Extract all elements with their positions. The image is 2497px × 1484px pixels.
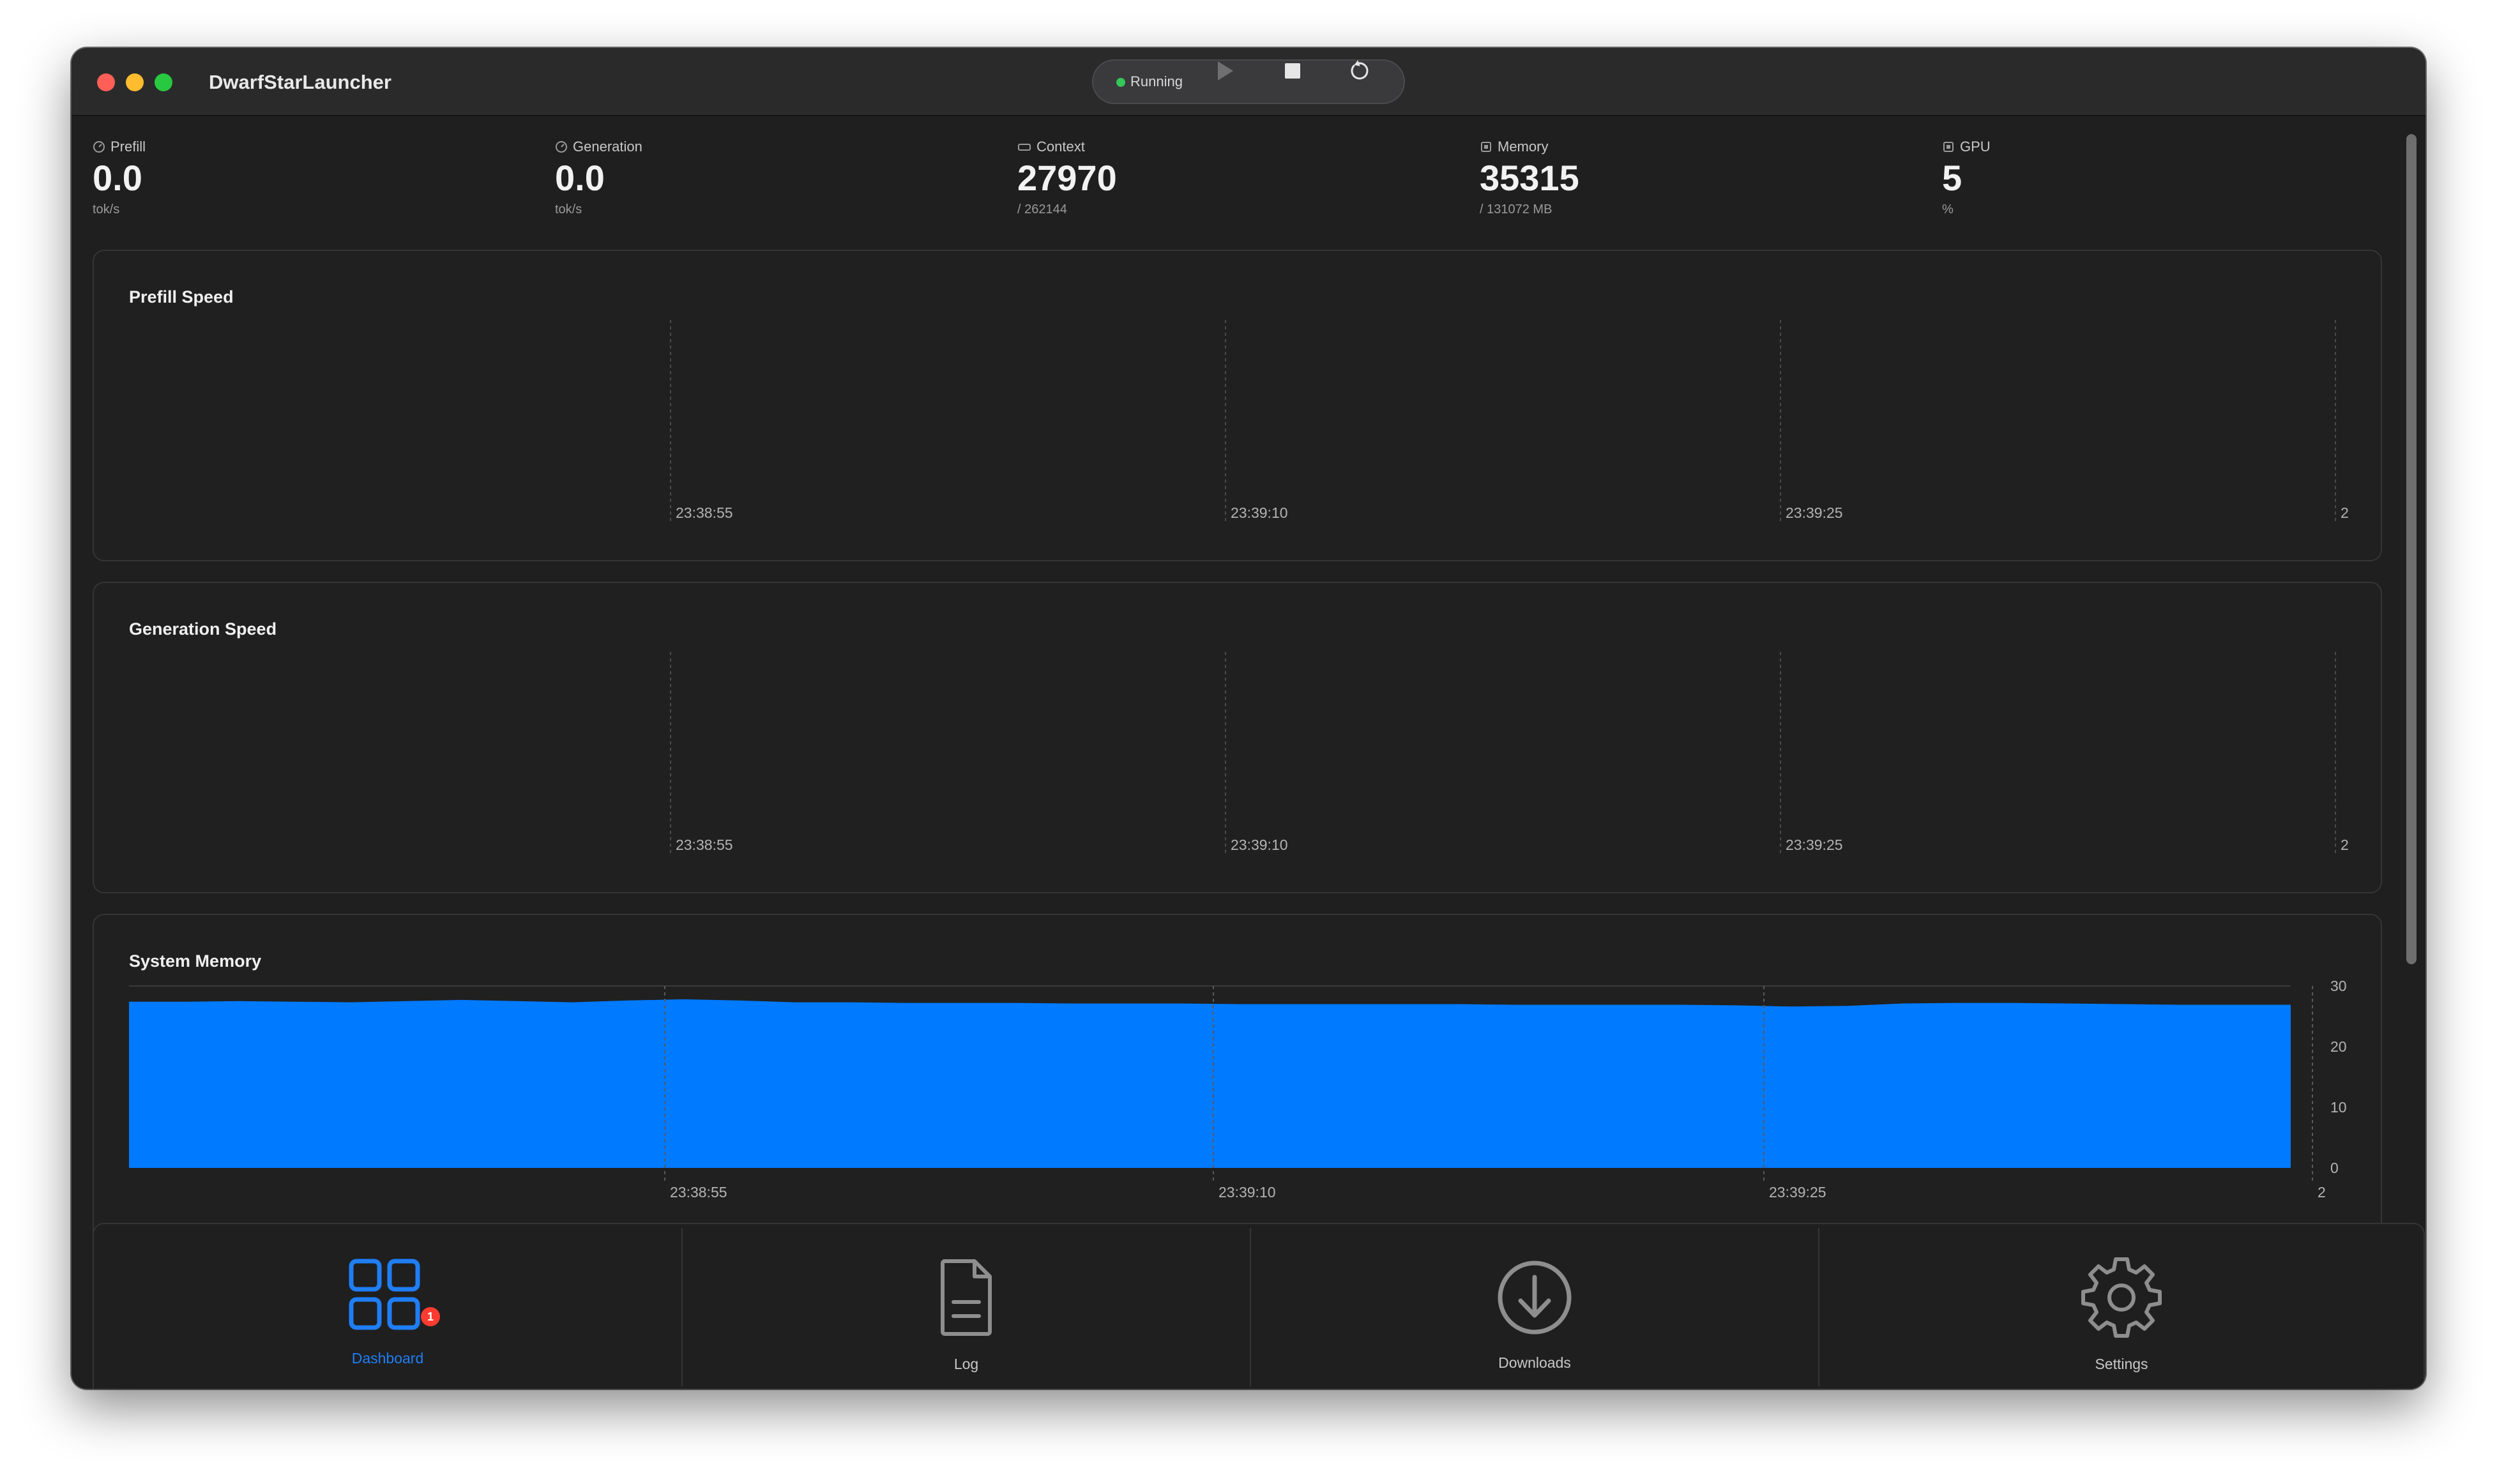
x-tick-label: 2 [2341,837,2349,853]
play-icon [1218,61,1233,80]
stop-icon [1285,63,1300,79]
play-button[interactable] [1211,57,1239,85]
y-tick-label: 10 [2330,1099,2347,1116]
stat-memory: Memory 35315 / 131072 MB [1480,137,1927,227]
generation-speed-panel: Generation Speed 23:38:55 23:39:10 23:39… [93,582,2382,893]
tab-dashboard[interactable]: 1 Dashboard [94,1224,681,1389]
generation-speed-chart: 23:38:55 23:39:10 23:39:25 2 [670,652,2349,854]
x-tick-label: 23:38:55 [676,837,733,853]
stat-unit: tok/s [555,202,582,216]
stat-label: Prefill [110,139,146,155]
stat-value: 0.0 [555,158,605,198]
y-tick-label: 0 [2330,1160,2339,1176]
stat-label: GPU [1960,139,1991,155]
app-title: DwarfStarLauncher [209,71,391,93]
x-tick-label: 2 [2341,504,2349,521]
stat-gpu: GPU 5 % [1942,137,2389,227]
tab-label: Dashboard [351,1350,424,1367]
stat-value: 5 [1942,158,1962,198]
x-tick-label: 23:39:25 [1769,1184,1826,1200]
stat-label: Generation [573,139,642,155]
notification-badge: 1 [421,1307,440,1326]
stat-unit: tok/s [93,202,120,216]
stat-context: Context 27970 / 262144 [1017,137,1464,227]
tab-downloads[interactable]: Downloads [1251,1224,1818,1389]
restart-button[interactable] [1345,57,1373,85]
memory-chip-icon [1481,142,1491,152]
tab-label: Settings [2095,1356,2148,1372]
x-tick-label: 23:39:10 [1218,1184,1276,1200]
x-tick-label: 23:39:10 [1231,504,1288,521]
y-tick-label: 30 [2330,978,2347,994]
x-tick-label: 23:39:25 [1786,837,1843,853]
gear-icon [2081,1257,2162,1338]
stat-label: Context [1036,139,1085,155]
system-memory-chart: 30 20 10 0 23:38:55 23:39:10 23:39:25 2 [129,978,2347,1200]
title-bar: DwarfStarLauncher Running [72,48,2425,116]
status-indicator-dot [1116,78,1125,87]
memory-usage-area [129,999,2291,1168]
download-circle-icon [1498,1261,1572,1335]
tab-settings[interactable]: Settings [1819,1224,2424,1389]
vertical-scrollbar[interactable] [2406,134,2417,964]
tab-bar: 1 Dashboard Log Downloads Settings [93,1223,2425,1389]
zoom-window-button[interactable] [155,73,172,91]
x-tick-label: 23:39:25 [1786,504,1843,521]
x-tick-label: 23:39:10 [1231,837,1288,853]
prefill-speed-chart: 23:38:55 23:39:10 23:39:25 2 [670,320,2349,522]
tab-label: Downloads [1498,1354,1571,1371]
x-tick-label: 2 [2318,1184,2326,1200]
stop-button[interactable] [1279,57,1307,85]
x-tick-label: 23:38:55 [670,1184,727,1200]
dashboard-grid-icon [349,1259,420,1330]
prefill-speed-panel: Prefill Speed 23:38:55 23:39:10 23:39:25… [93,250,2382,561]
stat-value: 35315 [1480,158,1579,198]
tab-log[interactable]: Log [683,1224,1250,1389]
status-text: Running [1130,73,1183,89]
system-memory-panel: System Memory 30 20 10 0 23:38:55 23:39:… [93,914,2382,1246]
close-window-button[interactable] [97,73,115,91]
stat-unit: / 131072 MB [1480,202,1552,216]
stat-unit: % [1942,202,1954,216]
stat-unit: / 262144 [1017,202,1067,216]
stat-value: 27970 [1017,158,1117,198]
document-icon [941,1259,992,1336]
minimize-window-button[interactable] [126,73,144,91]
y-tick-label: 20 [2330,1038,2347,1055]
stat-label: Memory [1498,139,1549,155]
app-window: DwarfStarLauncher Running Prefill 0.0 to… [72,48,2425,1389]
x-tick-label: 23:38:55 [676,504,733,521]
stat-generation: Generation 0.0 tok/s [555,137,1002,227]
gauge-icon [93,141,105,153]
stat-prefill: Prefill 0.0 tok/s [93,137,540,227]
context-icon [1018,144,1031,151]
tab-label: Log [953,1356,979,1372]
gauge-icon [556,141,567,153]
restart-icon [1351,60,1369,80]
gpu-chip-icon [1943,142,1954,152]
stat-value: 0.0 [93,158,142,198]
